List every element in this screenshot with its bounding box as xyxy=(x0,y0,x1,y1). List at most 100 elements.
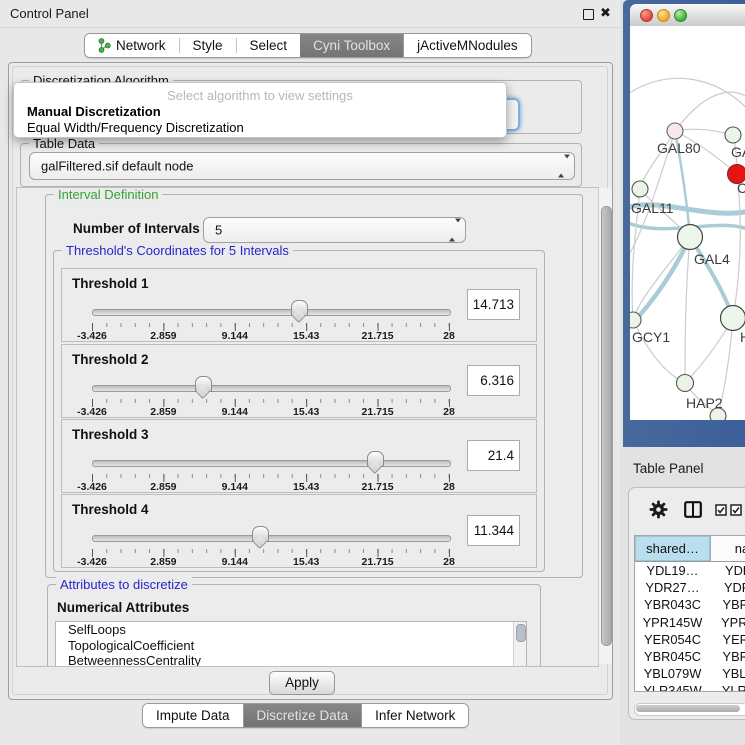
slider-scale-labels: -3.4262.8599.14415.4321.71528 xyxy=(92,406,449,418)
column-header-name[interactable]: name xyxy=(711,536,745,561)
spinner-arrows-icon xyxy=(449,223,456,238)
slider-track[interactable] xyxy=(92,535,451,542)
scrollbar-thumb[interactable] xyxy=(636,705,740,712)
tab-network[interactable]: Network xyxy=(85,34,179,57)
threshold-value-field[interactable]: 21.4 xyxy=(467,440,520,471)
node-label: H xyxy=(740,329,745,345)
threshold-value-field[interactable]: 11.344 xyxy=(467,515,520,546)
network-graph: GAL80 GA GAL11 C GAL4 GCY1 H HAP2 xyxy=(630,26,745,420)
network-window-titlebar[interactable] xyxy=(630,4,745,27)
column-header-shared-name[interactable]: shared… xyxy=(635,536,711,561)
list-scrollbar[interactable] xyxy=(513,622,526,667)
node-hap2[interactable] xyxy=(677,375,694,392)
table-row[interactable]: YBR045CYBR045C xyxy=(635,648,745,665)
threshold-1-slider[interactable]: -3.4262.8599.14415.4321.71528 xyxy=(92,299,449,339)
table-panel: shared… name YDL19…YDL19… YDR27…YDR27… Y… xyxy=(628,487,745,720)
node-gal11[interactable] xyxy=(632,181,648,197)
node-gal4[interactable] xyxy=(678,225,703,250)
slider-track[interactable] xyxy=(92,385,451,392)
tab-jactivemnodules[interactable]: jActiveMNodules xyxy=(404,34,531,57)
screen: Control Panel ✖ Network Style Select Cyn… xyxy=(0,0,745,745)
table-row[interactable]: YLR345WYLR345W xyxy=(635,682,745,692)
list-item[interactable]: SelfLoops xyxy=(56,622,526,638)
panel-title: Control Panel xyxy=(10,6,89,21)
slider-handle[interactable] xyxy=(367,451,384,467)
table-row[interactable]: YBL079WYBL079W xyxy=(635,665,745,682)
slider-handle[interactable] xyxy=(252,526,269,542)
dropdown-placeholder: Select algorithm to view settings xyxy=(14,88,506,103)
main-scrollbar[interactable] xyxy=(598,188,612,664)
tab-discretize-data[interactable]: Discretize Data xyxy=(244,704,362,727)
threshold-label: Threshold 1 xyxy=(72,276,149,291)
slider-track[interactable] xyxy=(92,460,451,467)
node-clipped-top-right[interactable] xyxy=(725,127,741,143)
close-icon[interactable]: ✖ xyxy=(600,5,611,21)
threshold-2-panel: Threshold 2 -3.4262.8599.14415.4321.7152… xyxy=(61,344,537,418)
split-columns-icon[interactable] xyxy=(684,501,702,518)
node-attribute-table: shared… name YDL19…YDL19… YDR27…YDR27… Y… xyxy=(634,535,745,692)
tab-infer-network[interactable]: Infer Network xyxy=(362,704,468,727)
tab-style[interactable]: Style xyxy=(180,34,236,57)
table-row[interactable]: YDR27…YDR27… xyxy=(635,579,745,596)
threshold-1-panel: Threshold 1 -3.4262.8599.14415.4321.7152… xyxy=(61,268,537,342)
float-window-icon[interactable] xyxy=(583,9,594,20)
network-canvas[interactable]: GAL80 GA GAL11 C GAL4 GCY1 H HAP2 xyxy=(630,26,745,420)
tab-impute-data[interactable]: Impute Data xyxy=(143,704,243,727)
mac-zoom-button[interactable] xyxy=(674,9,687,22)
node-label: GAL11 xyxy=(631,200,674,216)
slider-scale-labels: -3.4262.8599.14415.4321.71528 xyxy=(92,330,449,342)
table-panel-title: Table Panel xyxy=(633,461,704,476)
node-label: GAL80 xyxy=(657,140,701,156)
checkbox-checked-icon[interactable] xyxy=(730,504,742,516)
mac-minimize-button[interactable] xyxy=(657,9,670,22)
slider-scale-labels: -3.4262.8599.14415.4321.71528 xyxy=(92,556,449,568)
threshold-value-field[interactable]: 14.713 xyxy=(467,289,520,320)
num-intervals-combo[interactable]: 5 xyxy=(203,217,466,243)
network-view-window: GAL80 GA GAL11 C GAL4 GCY1 H HAP2 xyxy=(623,0,745,447)
slider-track[interactable] xyxy=(92,309,451,316)
node-clipped-right[interactable] xyxy=(721,306,745,331)
node-label: GCY1 xyxy=(632,329,670,345)
table-row[interactable]: YBR043CYBR043C xyxy=(635,596,745,613)
checkbox-checked-icon[interactable] xyxy=(715,504,727,516)
dropdown-option-equal-width[interactable]: Equal Width/Frequency Discretization xyxy=(27,120,244,135)
algorithm-dropdown-popup: Select algorithm to view settings Manual… xyxy=(13,82,507,138)
control-panel-tabs: Network Style Select Cyni Toolbox jActiv… xyxy=(84,33,532,58)
node-label: C xyxy=(737,180,745,196)
slider-handle[interactable] xyxy=(195,376,212,392)
table-row[interactable]: YPR145WYPR145W xyxy=(635,614,745,631)
table-row[interactable]: YDL19…YDL19… xyxy=(635,562,745,579)
dropdown-option-manual[interactable]: Manual Discretization xyxy=(27,104,161,119)
table-row[interactable]: YER054CYER054C xyxy=(635,631,745,648)
spinner-arrows-icon xyxy=(558,159,565,174)
node-label: HAP2 xyxy=(686,395,723,411)
table-data-combo[interactable]: galFiltered.sif default node xyxy=(29,152,575,180)
threshold-3-slider[interactable]: -3.4262.8599.14415.4321.71528 xyxy=(92,450,449,490)
threshold-4-slider[interactable]: -3.4262.8599.14415.4321.71528 xyxy=(92,525,449,565)
node-gal80[interactable] xyxy=(667,123,683,139)
threshold-3-panel: Threshold 3 -3.4262.8599.14415.4321.7152… xyxy=(61,419,537,493)
num-intervals-label: Number of Intervals xyxy=(73,221,200,236)
threshold-label: Threshold 4 xyxy=(72,502,149,517)
apply-button[interactable]: Apply xyxy=(269,671,335,695)
list-item[interactable]: BetweennessCentrality xyxy=(56,653,526,667)
tab-select[interactable]: Select xyxy=(237,34,301,57)
node-gcy1[interactable] xyxy=(630,312,641,328)
slider-scale-labels: -3.4262.8599.14415.4321.71528 xyxy=(92,481,449,493)
scrollbar-thumb[interactable] xyxy=(601,206,612,646)
mac-close-button[interactable] xyxy=(640,9,653,22)
threshold-label: Threshold 2 xyxy=(72,352,149,367)
gear-icon[interactable] xyxy=(649,500,668,519)
threshold-value-field[interactable]: 6.316 xyxy=(467,365,520,396)
tab-cyni-toolbox[interactable]: Cyni Toolbox xyxy=(300,34,403,57)
control-panel-titlebar: Control Panel ✖ xyxy=(0,0,620,28)
slider-handle[interactable] xyxy=(291,300,308,316)
group-title: Table Data xyxy=(29,136,99,151)
cyni-mode-tabs: Impute Data Discretize Data Infer Networ… xyxy=(142,703,469,728)
node-label: GAL4 xyxy=(694,251,730,267)
list-item[interactable]: TopologicalCoefficient xyxy=(56,638,526,654)
table-toolbar xyxy=(629,500,745,524)
table-horizontal-scrollbar[interactable] xyxy=(634,703,745,716)
threshold-2-slider[interactable]: -3.4262.8599.14415.4321.71528 xyxy=(92,375,449,415)
numerical-attributes-label: Numerical Attributes xyxy=(57,600,189,615)
